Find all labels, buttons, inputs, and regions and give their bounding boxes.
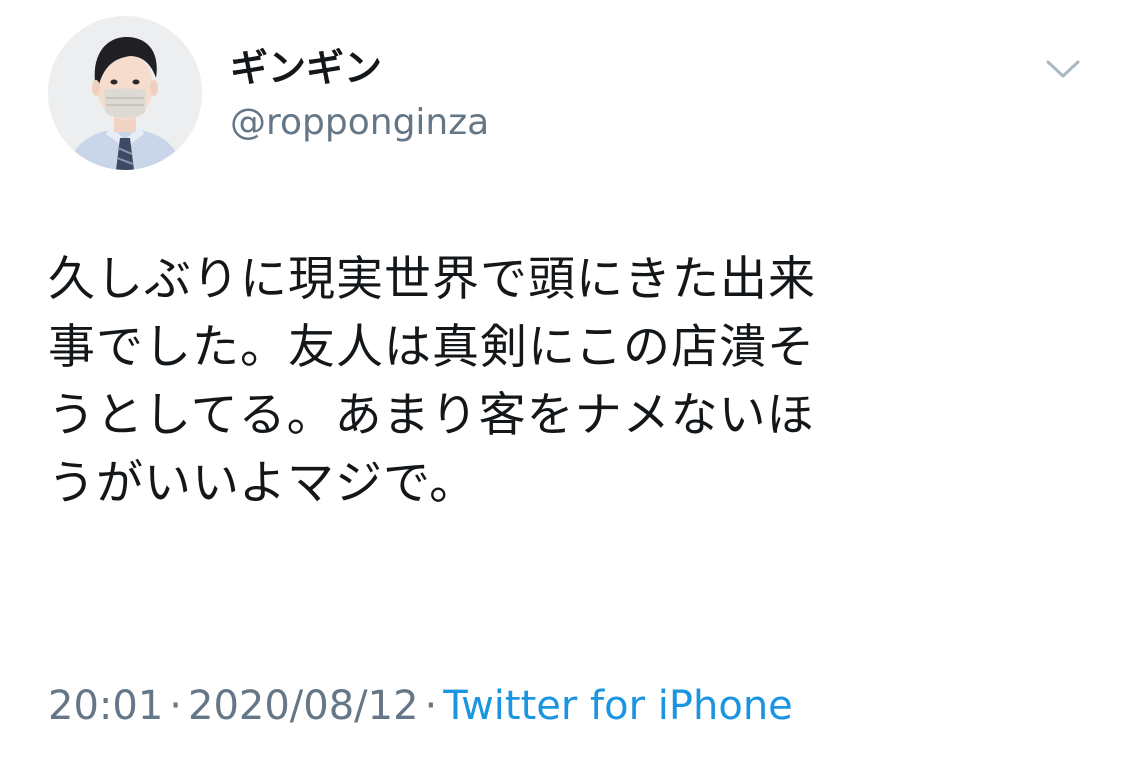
- avatar[interactable]: [48, 16, 202, 170]
- more-options-button[interactable]: [1042, 52, 1084, 86]
- tweet-text-line: 事でした。友人は真剣にこの店潰そ: [48, 320, 816, 375]
- tweet-text-line: うがいいよマジで。: [48, 456, 478, 511]
- tweet-text: 久しぶりに現実世界で頭にきた出来 事でした。友人は真剣にこの店潰そ うとしてる。…: [48, 246, 1058, 518]
- meta-separator: ·: [424, 683, 438, 729]
- tweet-source-link[interactable]: Twitter for iPhone: [443, 683, 793, 729]
- meta-separator: ·: [169, 683, 182, 729]
- chevron-down-icon: [1046, 60, 1080, 78]
- tweet-date[interactable]: 2020/08/12: [188, 683, 419, 729]
- tweet-meta: 20:01 · 2020/08/12 · Twitter for iPhone: [48, 680, 793, 732]
- tweet-time[interactable]: 20:01: [48, 683, 163, 729]
- tweet-text-line: うとしてる。あまり客をナメないほ: [48, 388, 815, 443]
- author-handle[interactable]: @ropponginza: [230, 100, 489, 146]
- tweet-text-line: 久しぶりに現実世界で頭にきた出来: [48, 252, 816, 307]
- avatar-image: [48, 16, 202, 170]
- author-display-name[interactable]: ギンギン: [230, 44, 382, 92]
- tweet-card[interactable]: ギンギン @ropponginza 久しぶりに現実世界で頭にきた出来 事でした。…: [0, 0, 1124, 763]
